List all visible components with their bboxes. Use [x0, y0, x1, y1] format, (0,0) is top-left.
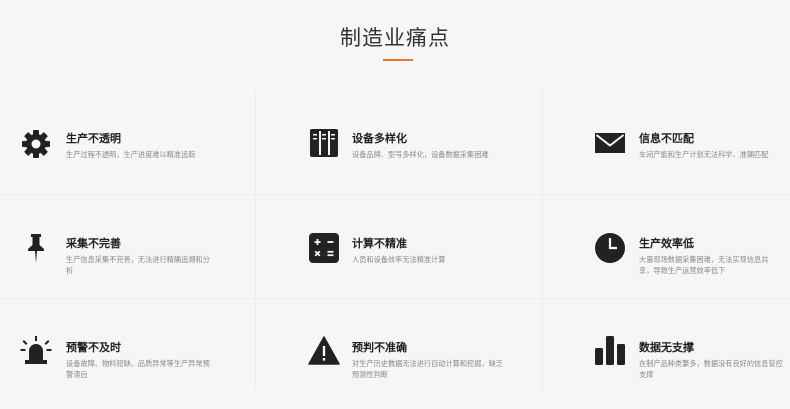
bar-chart-icon: [594, 334, 626, 366]
warning-icon: [308, 335, 340, 367]
pain-point-title: 计算不精准: [352, 237, 407, 250]
pain-point-card: 设备多样化 设备品牌、型号多样化，设备数据采集困难: [256, 90, 542, 194]
pain-point-desc: 对生产历史数据无法进行自动计算和挖掘，缺乏预测性判断: [352, 359, 503, 379]
pain-point-desc: 生产信息采集不完善，无法进行精确追溯和分析: [66, 255, 210, 275]
pain-point-card: 数据无支撑 在制产品种类繁多，数据没有良好的信息管控支撑: [543, 299, 790, 403]
pushpin-icon: [20, 232, 52, 264]
pain-point-title: 预警不及时: [66, 341, 121, 354]
pain-point-card: 生产不透明 生产过程不透明，生产进度难以精准追踪: [0, 90, 255, 194]
pain-point-card: 信息不匹配 车间产能和生产计划无法科学、准确匹配: [543, 90, 790, 194]
pain-point-title: 生产不透明: [66, 132, 121, 145]
envelope-icon: [594, 127, 626, 159]
gear-icon: [20, 128, 52, 160]
pain-point-card: 计算不精准 人员和设备效率无法精准计算: [256, 195, 542, 299]
pain-point-title: 生产效率低: [639, 237, 694, 250]
clock-icon: [594, 232, 626, 264]
pain-point-title: 设备多样化: [352, 132, 407, 145]
pain-point-card: 生产效率低 大量现场数据采集困难，无法实现信息共享，导致生产运营效率低下: [543, 195, 790, 299]
title-underline: [383, 59, 413, 61]
pain-point-title: 数据无支撑: [639, 341, 694, 354]
pain-point-desc: 大量现场数据采集困难，无法实现信息共享，导致生产运营效率低下: [639, 255, 769, 275]
alarm-light-icon: [20, 334, 52, 366]
pain-point-desc: 设备品牌、型号多样化，设备数据采集困难: [352, 150, 489, 159]
calculator-icon: [308, 232, 340, 264]
section-title: 制造业痛点: [340, 26, 450, 50]
pain-point-title: 预判不准确: [352, 341, 407, 354]
pain-point-desc: 生产过程不透明，生产进度难以精准追踪: [66, 150, 196, 159]
pain-point-title: 信息不匹配: [639, 132, 694, 145]
pain-point-desc: 车间产能和生产计划无法科学、准确匹配: [639, 150, 769, 159]
pain-point-desc: 设备故障、物料短缺、品质异常等生产异常预警滞后: [66, 359, 210, 379]
pain-point-card: 采集不完善 生产信息采集不完善，无法进行精确追溯和分析: [0, 195, 255, 299]
pain-point-card: 预警不及时 设备故障、物料短缺、品质异常等生产异常预警滞后: [0, 299, 255, 403]
server-rack-icon: [308, 127, 340, 159]
pain-point-desc: 人员和设备效率无法精准计算: [352, 255, 446, 264]
pain-point-card: 预判不准确 对生产历史数据无法进行自动计算和挖掘，缺乏预测性判断: [256, 299, 542, 403]
pain-points-section: 制造业痛点 生产不透明 生产过程不透明，生产进度难以精准追踪 设备多样化 设备品…: [0, 0, 790, 409]
pain-point-desc: 在制产品种类繁多，数据没有良好的信息管控支撑: [639, 359, 783, 379]
pain-point-title: 采集不完善: [66, 237, 121, 250]
pain-points-grid: 生产不透明 生产过程不透明，生产进度难以精准追踪 设备多样化 设备品牌、型号多样: [0, 90, 790, 390]
